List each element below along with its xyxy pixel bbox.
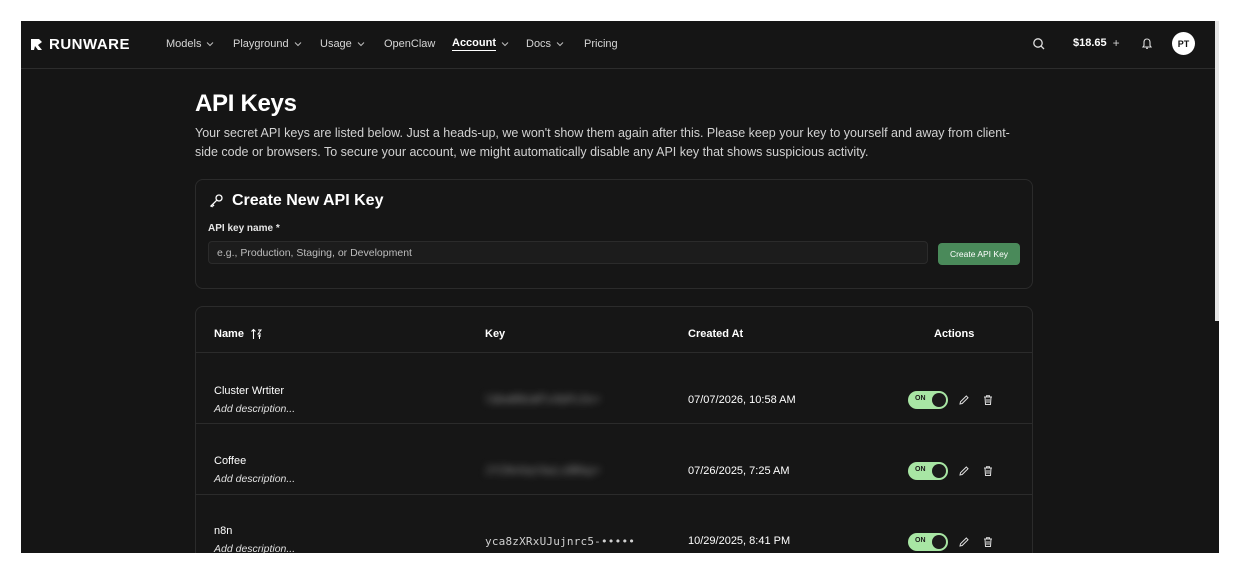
nav-openclaw[interactable]: OpenClaw	[384, 36, 435, 52]
create-card-title: Create New API Key	[208, 192, 383, 210]
key-name: n8n	[214, 525, 233, 537]
enable-toggle[interactable]: ON	[908, 533, 948, 551]
sort-icon[interactable]	[250, 328, 264, 340]
api-keys-table: Name Key Created At Actions Cluster Wrti…	[195, 306, 1033, 553]
app-window: RUNWARE Models Playground Usage OpenClaw…	[21, 21, 1219, 553]
created-at: 07/07/2026, 10:58 AM	[688, 394, 796, 406]
enable-toggle[interactable]: ON	[908, 462, 948, 480]
add-description-field[interactable]: Add description...	[214, 403, 295, 415]
add-funds-icon[interactable]: +	[1113, 36, 1120, 50]
nav-pricing[interactable]: Pricing	[584, 36, 618, 52]
page-title: API Keys	[195, 90, 297, 117]
created-at: 07/26/2025, 7:25 AM	[688, 465, 790, 477]
api-key-value[interactable]: Jf29nVqtXwLs8Rkp•	[485, 464, 601, 477]
trash-icon[interactable]	[982, 465, 994, 477]
user-avatar[interactable]: PT	[1172, 32, 1195, 55]
key-name: Coffee	[214, 455, 247, 467]
column-header-name[interactable]: Name	[214, 328, 264, 340]
balance-display[interactable]: $18.65 +	[1073, 36, 1120, 50]
brand-logo[interactable]: RUNWARE	[30, 35, 130, 53]
edit-icon[interactable]	[958, 536, 970, 548]
page-description: Your secret API keys are listed below. J…	[195, 126, 1010, 159]
trash-icon[interactable]	[982, 536, 994, 548]
balance-amount: $18.65	[1073, 37, 1107, 49]
add-description-field[interactable]: Add description...	[214, 543, 295, 553]
column-header-created-at: Created At	[688, 328, 744, 340]
api-key-name-input[interactable]	[208, 241, 928, 264]
chevron-down-icon	[501, 42, 509, 47]
nav-usage[interactable]: Usage	[320, 36, 365, 52]
key-name: Cluster Wrtiter	[214, 385, 285, 397]
edit-icon[interactable]	[958, 394, 970, 406]
table-row: Coffee Add description... Jf29nVqtXwLs8R…	[196, 424, 1032, 495]
chevron-down-icon	[357, 42, 365, 47]
api-key-value[interactable]: yca8zXRxUJujnrc5-•••••	[485, 535, 635, 548]
nav-playground[interactable]: Playground	[233, 36, 302, 52]
key-icon	[210, 194, 223, 208]
table-row: n8n Add description... yca8zXRxUJujnrc5-…	[196, 495, 1032, 553]
create-api-key-card: Create New API Key API key name * Create…	[195, 179, 1033, 289]
enable-toggle[interactable]: ON	[908, 391, 948, 409]
column-header-key: Key	[485, 328, 506, 340]
table-row: Cluster Wrtiter Add description... lQkmR…	[196, 353, 1032, 424]
nav-docs[interactable]: Docs	[526, 36, 564, 52]
chevron-down-icon	[294, 42, 302, 47]
api-key-value[interactable]: lQkmR8sWTvXbPz3n•	[485, 393, 601, 406]
scrollbar[interactable]	[1215, 21, 1219, 321]
runware-logo-icon	[31, 38, 42, 50]
create-api-key-button[interactable]: Create API Key	[938, 243, 1020, 265]
trash-icon[interactable]	[982, 394, 994, 406]
top-navigation-bar: RUNWARE Models Playground Usage OpenClaw…	[21, 21, 1219, 69]
column-header-actions: Actions	[934, 328, 975, 340]
brand-name: RUNWARE	[49, 35, 130, 53]
search-icon[interactable]	[1031, 36, 1047, 52]
nav-account[interactable]: Account	[452, 36, 509, 52]
api-key-name-label: API key name *	[208, 223, 280, 234]
edit-icon[interactable]	[958, 465, 970, 477]
created-at: 10/29/2025, 8:41 PM	[688, 535, 791, 547]
add-description-field[interactable]: Add description...	[214, 473, 295, 485]
chevron-down-icon	[556, 42, 564, 47]
nav-models[interactable]: Models	[166, 36, 214, 52]
bell-icon[interactable]	[1139, 36, 1155, 52]
chevron-down-icon	[207, 42, 214, 47]
